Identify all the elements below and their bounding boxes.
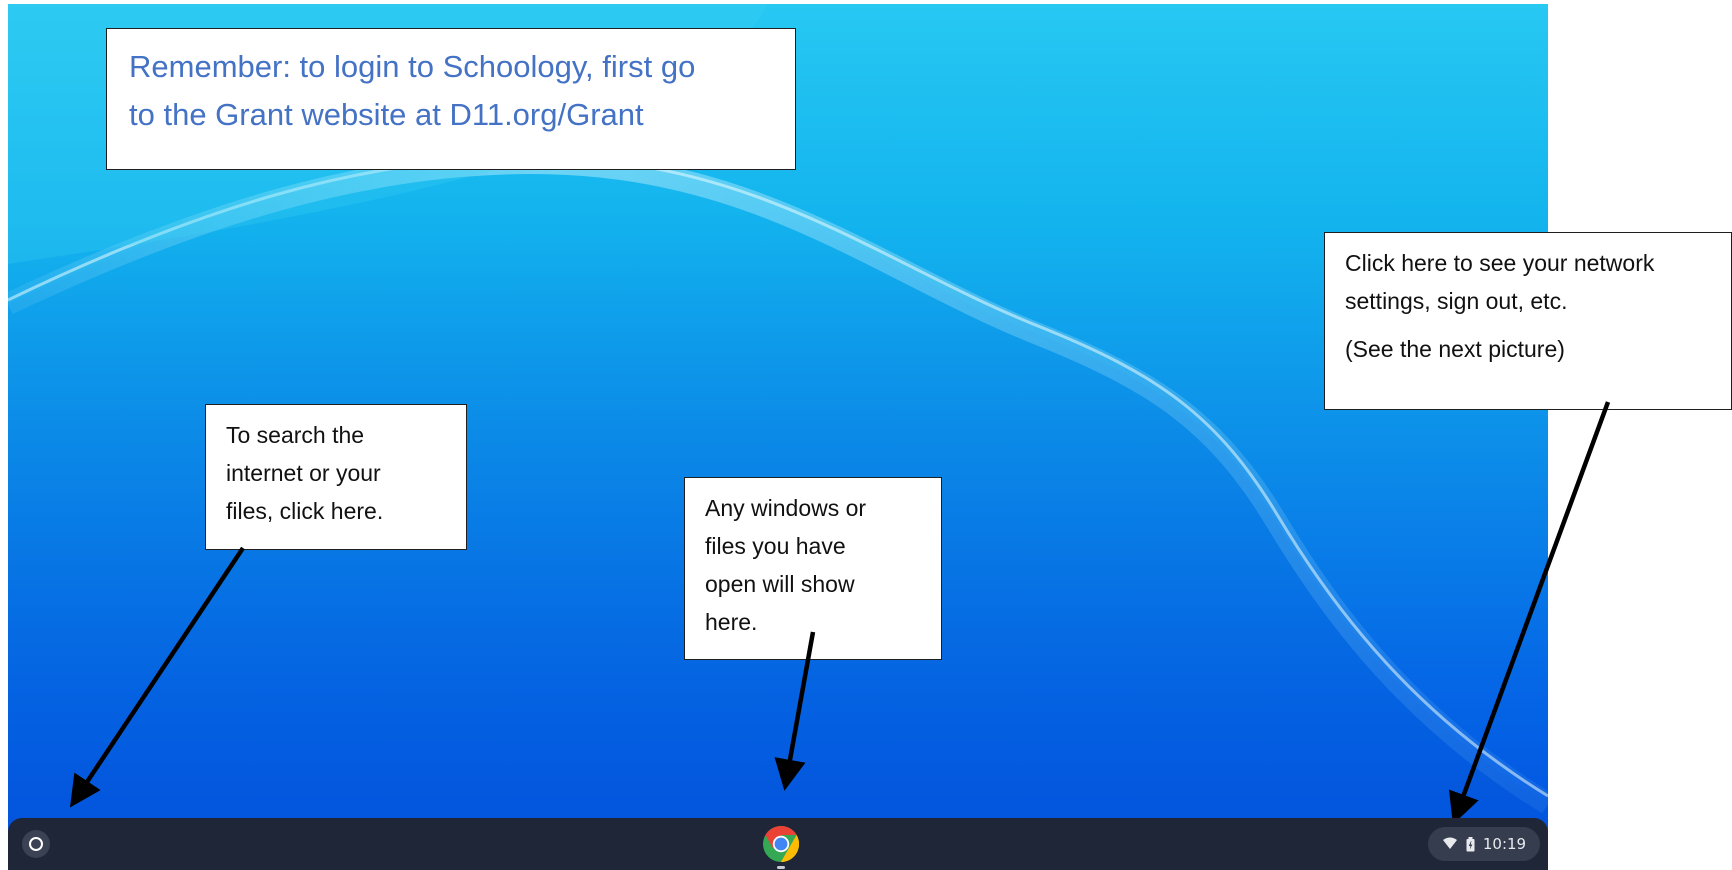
status-callout-line-1: Click here to see your network — [1345, 250, 1655, 276]
screenshot-stage: Remember: to login to Schoology, first g… — [0, 0, 1732, 870]
search-callout-line-2: internet or your — [226, 459, 381, 486]
chromeos-shelf: 10:19 — [8, 818, 1548, 870]
launcher-circle-icon — [29, 837, 43, 851]
schoology-reminder-line-1: Remember: to login to Schoology, first g… — [129, 49, 696, 84]
windows-callout-line-1: Any windows or — [705, 495, 867, 521]
clock-time: 10:19 — [1482, 835, 1527, 853]
status-tray-button[interactable]: 10:19 — [1428, 827, 1540, 861]
status-callout-line-2: settings, sign out, etc. — [1345, 287, 1568, 314]
windows-callout-line-2: files you have — [705, 532, 846, 559]
app-open-indicator — [777, 866, 785, 869]
search-callout-line-3: files, click here. — [226, 497, 384, 524]
callout-schoology-reminder: Remember: to login to Schoology, first g… — [106, 28, 796, 170]
wifi-icon — [1442, 837, 1457, 849]
chrome-app-button[interactable] — [761, 824, 801, 869]
windows-callout-line-4: here. — [705, 608, 758, 635]
windows-callout-line-3: open will show — [705, 570, 855, 597]
callout-search-instructions: To search the internet or your files, cl… — [205, 404, 467, 550]
battery-icon — [1466, 836, 1475, 851]
status-callout-line-3: (See the next picture) — [1345, 335, 1565, 362]
search-callout-line-1: To search the — [226, 422, 365, 448]
launcher-button[interactable] — [22, 830, 50, 858]
schoology-reminder-line-2: to the Grant website at D11.org/Grant — [129, 97, 644, 133]
callout-status-area: Click here to see your network settings,… — [1324, 232, 1732, 410]
callout-open-windows: Any windows or files you have open will … — [684, 477, 942, 660]
chrome-icon — [763, 826, 800, 862]
